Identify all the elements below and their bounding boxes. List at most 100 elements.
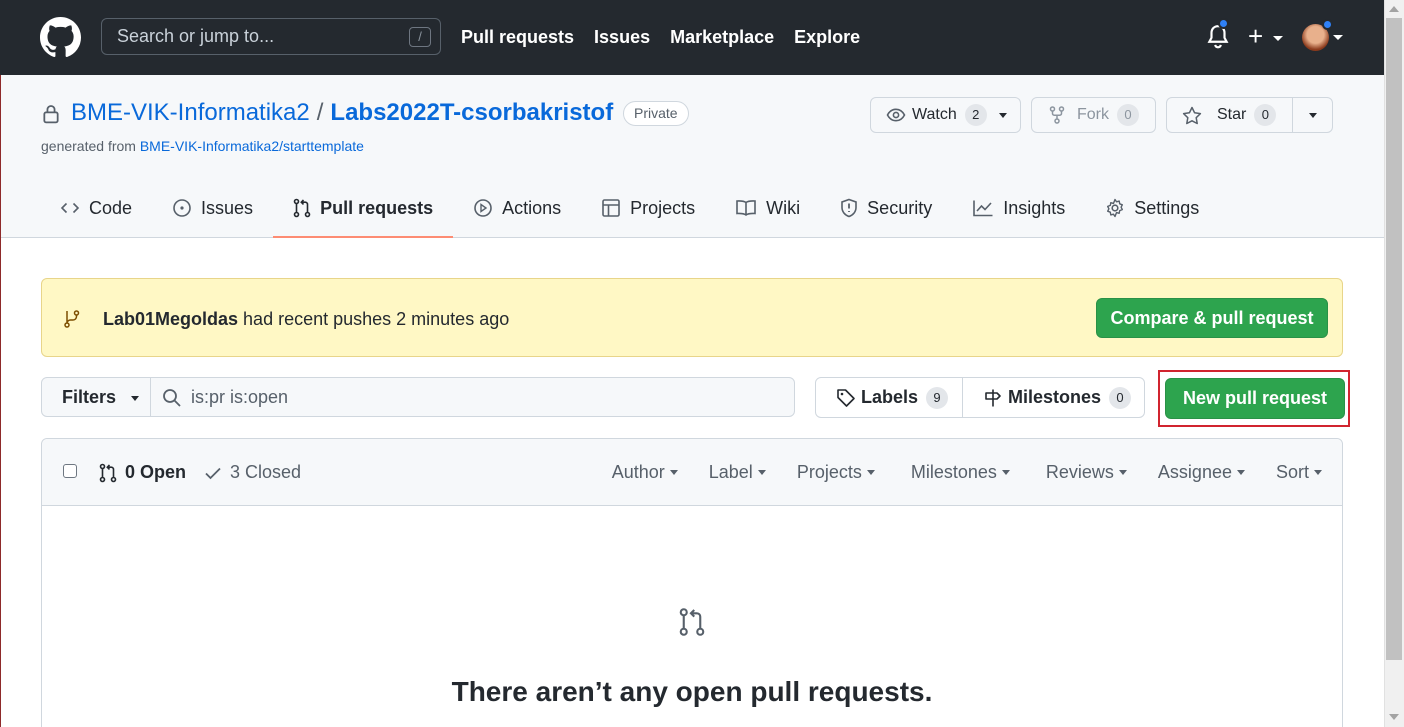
table-icon — [602, 199, 620, 217]
scroll-down-arrow-icon[interactable] — [1389, 714, 1399, 720]
nav-pull-requests[interactable]: Pull requests — [461, 27, 574, 48]
eye-icon — [886, 108, 906, 122]
labels-button[interactable]: Labels 9 — [816, 378, 963, 417]
create-caret-icon[interactable] — [1273, 36, 1283, 41]
caret-icon — [866, 470, 875, 475]
milestones-filter[interactable]: Milestones — [911, 462, 1010, 483]
projects-filter-label: Projects — [796, 462, 862, 482]
global-search-input[interactable]: Search or jump to... / — [101, 18, 441, 55]
avatar-caret-icon[interactable] — [1333, 35, 1343, 40]
window-edge — [0, 75, 1, 727]
milestones-label: Milestones — [1008, 387, 1102, 407]
milestones-button[interactable]: Milestones 0 — [963, 378, 1144, 417]
tab-projects-label: Projects — [630, 197, 696, 218]
scroll-up-arrow-icon[interactable] — [1389, 6, 1399, 12]
filters-dropdown[interactable]: Filters — [41, 377, 151, 417]
author-filter-label: Author — [611, 462, 665, 482]
notification-indicator — [1218, 18, 1229, 29]
nav-issues[interactable]: Issues — [594, 27, 650, 48]
pr-search-input[interactable]: is:pr is:open — [150, 377, 795, 417]
lock-icon — [43, 105, 59, 124]
assignee-filter-label: Assignee — [1157, 462, 1232, 482]
global-nav: Pull requests Issues Marketplace Explore — [461, 0, 860, 75]
watch-count: 2 — [964, 104, 987, 126]
recent-push-banner: Lab01Megoldas had recent pushes 2 minute… — [41, 278, 1343, 357]
nav-explore[interactable]: Explore — [794, 27, 860, 48]
visibility-badge: Private — [623, 101, 689, 126]
label-filter-label: Label — [708, 462, 753, 482]
repo-tabs: Code Issues Pull requests Actions Projec… — [60, 178, 1239, 238]
star-button[interactable]: Star 0 — [1166, 97, 1293, 133]
tab-settings-label: Settings — [1134, 197, 1200, 218]
tab-pull-requests[interactable]: Pull requests — [273, 178, 454, 238]
tab-pull-requests-label: Pull requests — [320, 197, 434, 218]
label-filter[interactable]: Label — [709, 462, 766, 483]
list-header: 0 Open 3 Closed Author Label Projects Mi… — [42, 439, 1342, 506]
star-count: 0 — [1254, 104, 1277, 126]
milestones-count: 0 — [1109, 386, 1132, 409]
caret-icon — [1118, 470, 1127, 475]
tab-code[interactable]: Code — [60, 178, 132, 238]
open-count-link[interactable]: 0 Open — [125, 462, 186, 483]
page: Search or jump to... / Pull requests Iss… — [0, 0, 1404, 727]
filters-caret-icon — [131, 395, 140, 401]
search-placeholder: Search or jump to... — [117, 26, 275, 46]
tab-settings[interactable]: Settings — [1105, 178, 1199, 238]
nav-marketplace[interactable]: Marketplace — [670, 27, 774, 48]
branch-name[interactable]: Lab01Megoldas — [103, 309, 238, 329]
repo-name-link[interactable]: Labs2022T-csorbakristof — [330, 99, 613, 127]
watch-button[interactable]: Watch 2 — [870, 97, 1021, 133]
repo-owner-link[interactable]: BME-VIK-Informatika2 — [71, 99, 310, 127]
caret-icon — [757, 470, 766, 475]
tab-wiki-label: Wiki — [766, 197, 801, 218]
milestone-icon — [985, 389, 1001, 406]
tab-wiki[interactable]: Wiki — [735, 178, 800, 238]
reviews-filter[interactable]: Reviews — [1046, 462, 1127, 483]
compare-pull-request-button[interactable]: Compare & pull request — [1096, 298, 1328, 338]
caret-icon — [1001, 470, 1010, 475]
star-lists-dropdown[interactable] — [1292, 97, 1333, 133]
closed-count-link[interactable]: 3 Closed — [230, 462, 301, 483]
generated-prefix: generated from — [41, 138, 140, 154]
star-caret-icon — [1308, 112, 1317, 118]
git-pull-request-icon — [679, 608, 705, 636]
tab-insights-label: Insights — [1003, 197, 1066, 218]
fork-button[interactable]: Fork 0 — [1031, 97, 1156, 133]
author-filter[interactable]: Author — [612, 462, 678, 483]
tab-actions-label: Actions — [502, 197, 562, 218]
state-toggles: 0 Open 3 Closed — [99, 462, 301, 483]
sort-dropdown[interactable]: Sort — [1276, 462, 1322, 483]
caret-icon — [669, 470, 678, 475]
git-branch-icon — [64, 310, 80, 328]
global-header: Search or jump to... / Pull requests Iss… — [0, 0, 1384, 75]
create-new-button[interactable]: + — [1248, 22, 1263, 50]
labels-milestones-group: Labels 9 Milestones 0 — [815, 377, 1145, 418]
template-repo-link[interactable]: BME-VIK-Informatika2/starttemplate — [140, 138, 364, 154]
github-logo-icon[interactable] — [40, 17, 81, 58]
star-label: Star — [1217, 106, 1247, 123]
tab-actions[interactable]: Actions — [473, 178, 561, 238]
select-all-checkbox[interactable] — [63, 464, 77, 478]
reviews-filter-label: Reviews — [1045, 462, 1114, 482]
book-icon — [736, 200, 756, 216]
breadcrumb-separator: / — [316, 99, 324, 126]
star-icon — [1182, 106, 1202, 124]
tab-issues[interactable]: Issues — [172, 178, 253, 238]
recent-push-message: had recent pushes 2 minutes ago — [238, 309, 510, 329]
git-pull-request-icon — [99, 463, 117, 482]
repo-breadcrumb: BME-VIK-Informatika2 / Labs2022T-csorbak… — [71, 99, 613, 127]
code-icon — [60, 202, 80, 214]
pull-requests-list: 0 Open 3 Closed Author Label Projects Mi… — [41, 438, 1343, 727]
pr-search-query: is:pr is:open — [191, 387, 289, 407]
tab-security[interactable]: Security — [840, 178, 932, 238]
projects-filter[interactable]: Projects — [797, 462, 875, 483]
tab-insights[interactable]: Insights — [972, 178, 1065, 238]
scrollbar-thumb[interactable] — [1386, 18, 1402, 660]
tab-projects[interactable]: Projects — [601, 178, 695, 238]
watch-caret-icon — [998, 112, 1007, 118]
fork-label: Fork — [1077, 106, 1109, 123]
avatar-status-indicator — [1322, 19, 1333, 30]
git-pull-request-icon — [293, 198, 311, 218]
assignee-filter[interactable]: Assignee — [1158, 462, 1245, 483]
labels-label: Labels — [861, 387, 919, 407]
